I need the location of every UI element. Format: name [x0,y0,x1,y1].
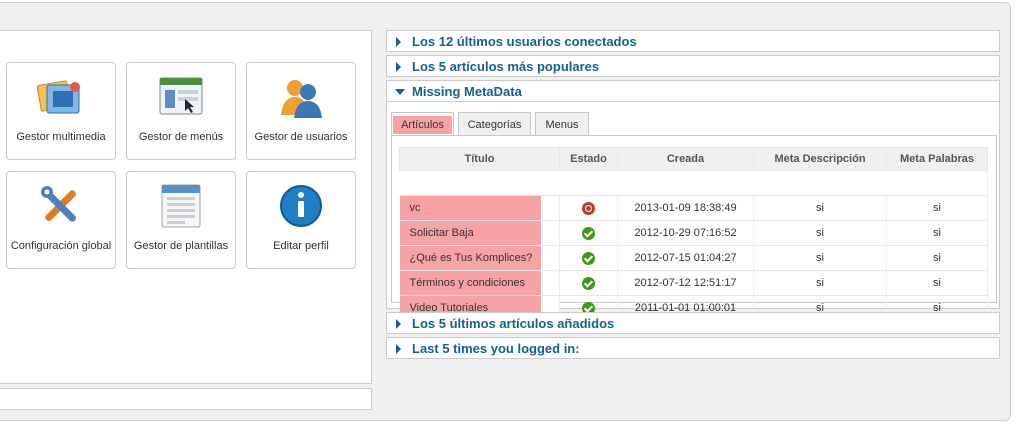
article-title-link[interactable]: Términos y condiciones [399,270,541,296]
chevron-right-icon [396,344,401,354]
tab-label: Menus [545,119,579,131]
accordion-title: Los 12 últimos usuarios conectados [412,34,637,49]
accordion-title: Los 5 artículos más populares [412,59,600,74]
accordion-title: Last 5 times you logged in: [412,341,580,356]
column-header-meta-keywords[interactable]: Meta Palabras [886,147,988,171]
tab-menus[interactable]: Menus [535,112,589,136]
status-cell[interactable] [559,220,618,246]
media-manager-button[interactable]: Gestor multimedia [6,62,116,160]
table-row: Solicitar Baja 2012-10-29 07:16:52 si si [399,220,988,246]
unpublished-icon[interactable] [582,201,595,215]
status-cell[interactable] [559,195,618,221]
template-manager-button[interactable]: Gestor de plantillas [126,171,236,269]
global-config-label: Configuración global [10,240,112,252]
global-config-icon [41,186,77,222]
accordion-latest-users[interactable]: Los 12 últimos usuarios conectados [386,30,1000,52]
control-panel-footer [0,388,372,410]
tab-categories[interactable]: Categorías [458,112,531,136]
published-check-icon[interactable] [582,226,595,240]
menu-manager-label: Gestor de menús [138,131,224,143]
meta-keywords-cell: si [886,245,988,271]
accordion-missing-metadata[interactable]: Missing MetaData [386,80,1000,102]
meta-description-cell: si [753,245,887,271]
meta-description-cell: si [753,270,887,296]
menu-manager-icon [159,77,203,115]
accordion-last-logins[interactable]: Last 5 times you logged in: [386,337,1000,359]
template-manager-label: Gestor de plantillas [133,240,229,252]
meta-keywords-cell: si [886,270,988,296]
template-manager-icon [161,184,201,228]
column-header-status[interactable]: Estado [559,147,618,171]
status-cell[interactable] [559,270,618,296]
accordion-title: Los 5 últimos artículos añadidos [412,316,615,331]
menu-manager-button[interactable]: Gestor de menús [126,62,236,160]
meta-description-cell: si [753,195,887,221]
created-cell: 2013-01-09 18:38:49 [617,195,754,221]
accordion-popular-articles[interactable]: Los 5 artículos más populares [386,55,1000,77]
edit-profile-icon [280,185,322,227]
missing-metadata-table: Título Estado Creada Meta Descripción Me… [399,147,988,321]
article-title-link[interactable]: ¿Qué es Tus Komplices? [399,245,541,271]
media-manager-icon [37,80,80,114]
table-row: Términos y condiciones 2012-07-12 12:51:… [399,270,988,296]
created-cell: 2012-07-12 12:51:17 [617,270,754,296]
chevron-right-icon [396,319,401,329]
article-title-link[interactable]: Solicitar Baja [399,220,541,246]
user-manager-icon [281,80,322,118]
tab-label: Artículos [393,116,452,134]
table-header-row: Título Estado Creada Meta Descripción Me… [399,147,988,171]
article-title-link[interactable]: vc [399,195,541,221]
chevron-right-icon [396,37,401,47]
table-row: vc 2013-01-09 18:38:49 si si [399,195,988,221]
tab-articles[interactable]: Artículos [391,112,454,137]
chevron-down-icon [395,89,405,95]
created-cell: 2012-10-29 07:16:52 [617,220,754,246]
user-manager-button[interactable]: Gestor de usuarios [246,62,356,160]
column-header-created[interactable]: Creada [617,147,754,171]
published-check-icon[interactable] [582,251,595,265]
tab-label: Categorías [467,119,522,131]
edit-profile-button[interactable]: Editar perfil [246,171,356,269]
meta-keywords-cell: si [886,195,988,221]
media-manager-label: Gestor multimedia [16,131,106,143]
table-row: ¿Qué es Tus Komplices? 2012-07-15 01:04:… [399,245,988,271]
meta-keywords-cell: si [886,220,988,246]
column-header-meta-description[interactable]: Meta Descripción [753,147,887,171]
accordion-title: Missing MetaData [412,84,522,99]
meta-description-cell: si [753,220,887,246]
status-cell[interactable] [559,245,618,271]
created-cell: 2012-07-15 01:04:27 [617,245,754,271]
published-check-icon[interactable] [582,276,595,290]
chevron-right-icon [396,62,401,72]
accordion-latest-added[interactable]: Los 5 últimos artículos añadidos [386,312,1000,334]
column-header-title[interactable]: Título [399,147,560,171]
user-manager-label: Gestor de usuarios [254,131,348,143]
edit-profile-label: Editar perfil [273,240,329,252]
global-config-button[interactable]: Configuración global [6,171,116,269]
